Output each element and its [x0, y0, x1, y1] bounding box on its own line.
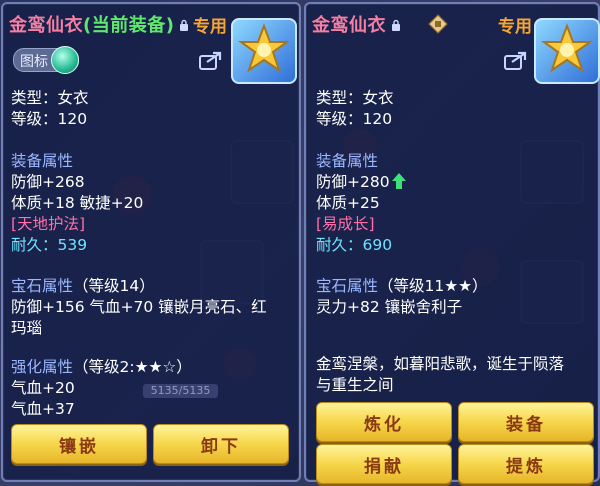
item-level: 等级：120: [316, 110, 393, 128]
strength-attr-line: 强化属性（等级2:★★☆）: [11, 357, 192, 378]
unequip-button[interactable]: 卸下: [153, 424, 289, 464]
up-arrow-icon: [391, 173, 406, 189]
item-type: 类型：女衣: [316, 89, 394, 107]
extract-button[interactable]: 提炼: [458, 444, 594, 484]
current-equipment-tooltip: 金鸾仙衣 (当前装备) 专用 图标 类型：女衣 等级：120 装备属性 防御+2…: [1, 2, 301, 482]
gem-attr-line: 宝石属性（等级14）: [11, 276, 155, 297]
strength-level: （等级2:★★☆）: [73, 358, 192, 376]
durability: 耐久：690: [316, 236, 393, 254]
durability: 耐久：539: [11, 236, 88, 254]
share-icon[interactable]: [504, 50, 528, 70]
description-line1: 金鸾涅槃，如暮阳悲歌，诞生于陨落: [316, 355, 565, 373]
gem-level: （等级11★★）: [378, 277, 488, 295]
attribute-stats: 体质+25: [316, 194, 380, 212]
special-label: 专用: [193, 17, 227, 37]
defense-stat: 防御+268: [11, 173, 85, 191]
icon-toggle-label: 图标: [20, 54, 48, 70]
toggle-knob: [51, 46, 79, 74]
lock-icon: [392, 19, 400, 31]
share-icon[interactable]: [199, 50, 223, 70]
gem-level: （等级14）: [73, 277, 155, 295]
gem-stat-line1: 防御+156 气血+70 镶嵌月亮石、红: [11, 298, 267, 316]
lock-icon: [180, 19, 189, 31]
equip-attr-header: 装备属性: [11, 152, 74, 170]
description-line2: 与重生之间: [316, 376, 394, 394]
compare-item-tooltip: 金鸾仙衣 专用 类型：女衣 等级：120 装备属性 防御+280 体质+25 […: [304, 2, 600, 484]
gem-stat-line2: 玛瑙: [11, 319, 43, 337]
strength-stat-line1: 气血+20: [11, 379, 75, 397]
gem-attr-line: 宝石属性（等级11★★）: [316, 276, 488, 297]
item-level: 等级：120: [11, 110, 88, 128]
special-skill: [易成长]: [316, 215, 375, 233]
special-skill: [天地护法]: [11, 215, 86, 233]
item-title: 金鸾仙衣 (当前装备): [9, 10, 189, 38]
gem-attr-header: 宝石属性: [316, 277, 379, 295]
strength-stat-line2: 气血+37: [11, 400, 75, 418]
background-hp-bar: 5135/5135: [143, 384, 218, 398]
attribute-stats: 体质+18 敏捷+20: [11, 194, 144, 212]
item-name: 金鸾仙衣: [312, 15, 386, 36]
equipment-badge-icon: [231, 18, 297, 84]
defense-stat: 防御+280: [316, 173, 390, 191]
strength-attr-header: 强化属性: [11, 358, 74, 376]
icon-toggle[interactable]: 图标: [13, 46, 79, 74]
appraise-badge-icon: [428, 14, 448, 34]
equipment-badge-icon: [534, 18, 600, 84]
item-title: 金鸾仙衣: [312, 10, 401, 38]
current-equip-note: (当前装备): [83, 15, 175, 36]
inlay-button[interactable]: 镶嵌: [11, 424, 147, 464]
special-label: 专用: [498, 17, 532, 37]
gem-attr-header: 宝石属性: [11, 277, 74, 295]
gem-stat-line1: 灵力+82 镶嵌舍利子: [316, 298, 463, 316]
item-type: 类型：女衣: [11, 89, 89, 107]
equip-button[interactable]: 装备: [458, 402, 594, 442]
equip-attr-header: 装备属性: [316, 152, 379, 170]
refine-button[interactable]: 炼化: [316, 402, 452, 442]
donate-button[interactable]: 捐献: [316, 444, 452, 484]
defense-stat-line: 防御+280: [316, 172, 406, 193]
item-name: 金鸾仙衣: [9, 15, 83, 36]
